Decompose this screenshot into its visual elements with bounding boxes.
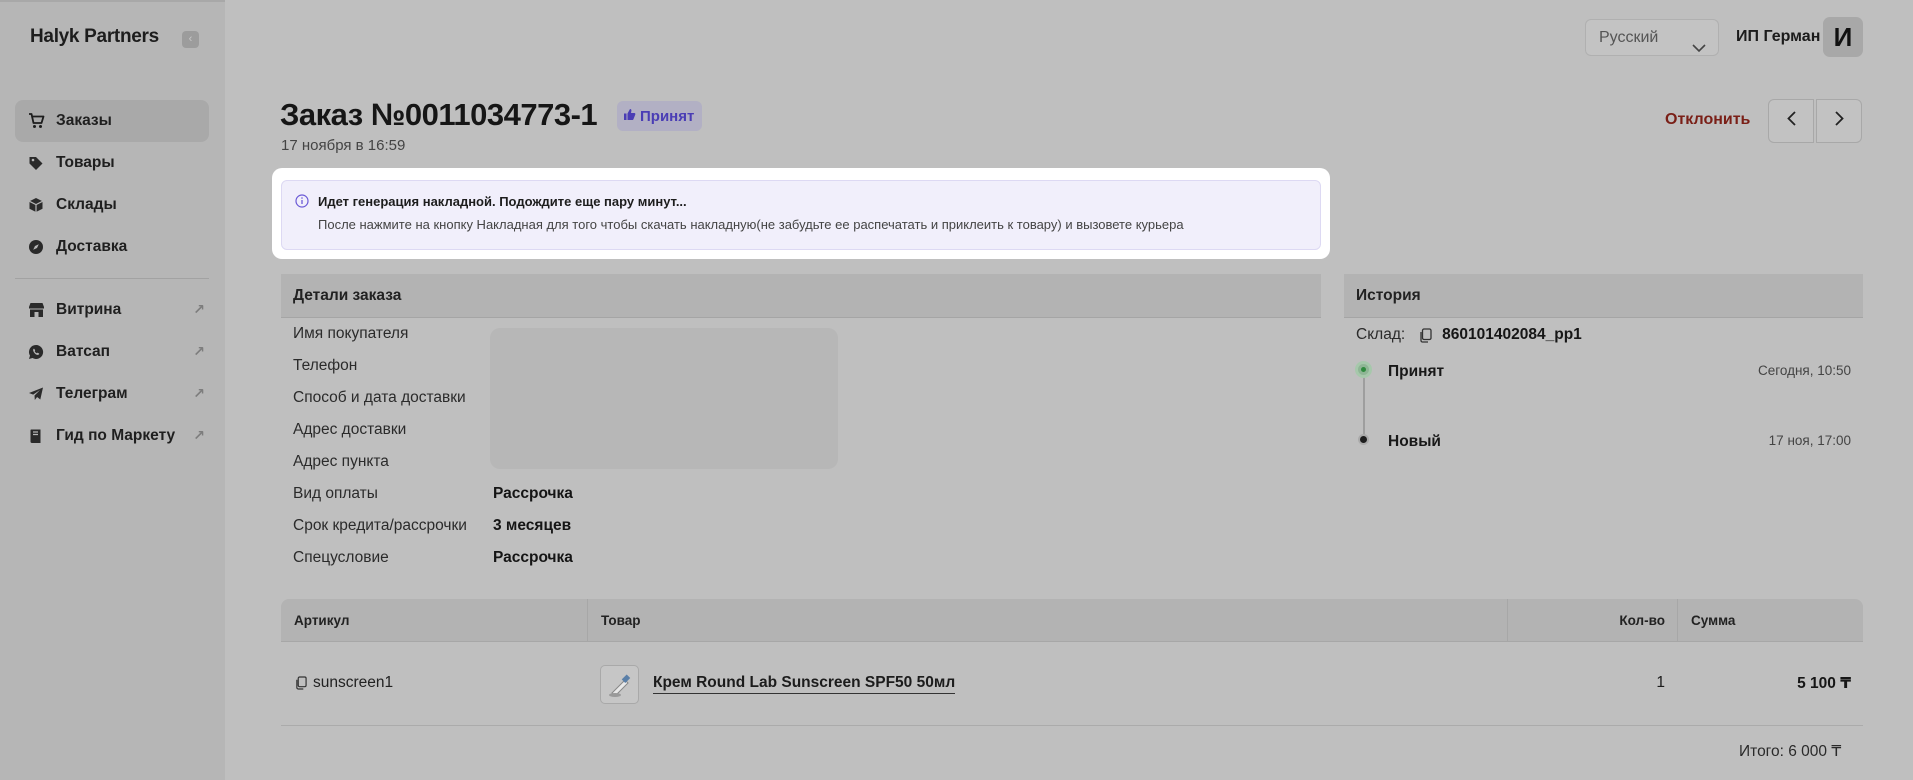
order-date: 17 ноября в 16:59 bbox=[281, 137, 406, 154]
special-condition-value: Рассрочка bbox=[493, 549, 573, 566]
timeline-dot-current bbox=[1355, 361, 1372, 378]
sidebar-item-label: Товары bbox=[56, 154, 115, 171]
phone-label: Телефон bbox=[293, 357, 358, 374]
column-header-sku: Артикул bbox=[294, 613, 350, 628]
cart-icon bbox=[27, 112, 45, 130]
sidebar-item-label: Витрина bbox=[56, 301, 122, 318]
warehouse-label: Склад: bbox=[1356, 326, 1406, 343]
sum-value: 5 100 ₸ bbox=[1797, 675, 1851, 692]
sidebar-item-label: Гид по Маркету bbox=[56, 427, 176, 444]
history-event-name: Принят bbox=[1388, 363, 1445, 380]
language-select[interactable]: Русский bbox=[1585, 19, 1719, 56]
tag-icon bbox=[27, 154, 45, 172]
history-heading: История bbox=[1344, 274, 1863, 318]
pickup-address-label: Адрес пункта bbox=[293, 453, 389, 470]
history-event-name: Новый bbox=[1388, 433, 1441, 450]
language-value: Русский bbox=[1599, 29, 1659, 46]
warehouse-id: 860101402084_pp1 bbox=[1442, 326, 1582, 343]
sidebar-item-warehouses[interactable]: Склады bbox=[15, 184, 209, 226]
info-icon bbox=[295, 194, 309, 213]
delivery-address-label: Адрес доставки bbox=[293, 421, 407, 438]
column-header-product: Товар bbox=[587, 599, 1507, 642]
product-thumbnail bbox=[600, 665, 639, 704]
quantity-value: 1 bbox=[1656, 674, 1665, 691]
external-link-icon: ↗ bbox=[193, 385, 205, 401]
special-condition-label: Спецусловие bbox=[293, 549, 389, 566]
reject-button[interactable]: Отклонить bbox=[1665, 111, 1750, 129]
delivery-method-label: Способ и дата доставки bbox=[293, 389, 466, 406]
buyer-label: Имя покупателя bbox=[293, 325, 409, 342]
history-event-time: 17 ноя, 17:00 bbox=[1768, 433, 1851, 448]
sidebar-link-market-guide[interactable]: Гид по Маркету ↗ bbox=[15, 415, 209, 457]
sidebar-link-whatsapp[interactable]: Ватсап ↗ bbox=[15, 331, 209, 373]
sidebar-item-label: Ватсап bbox=[56, 343, 110, 360]
storefront-icon bbox=[27, 301, 45, 319]
payment-type-label: Вид оплаты bbox=[293, 485, 378, 502]
external-link-icon: ↗ bbox=[193, 427, 205, 443]
sidebar-divider bbox=[15, 278, 209, 279]
product-link[interactable]: Крем Round Lab Sunscreen SPF50 50мл bbox=[653, 674, 956, 694]
copy-icon[interactable] bbox=[1419, 327, 1432, 343]
brand-logo[interactable]: Halyk Partners bbox=[30, 26, 159, 48]
chevron-left-icon bbox=[1786, 111, 1796, 131]
sidebar-item-label: Доставка bbox=[56, 238, 128, 255]
column-header-qty: Кол-во bbox=[1507, 599, 1677, 642]
order-details-heading: Детали заказа bbox=[281, 274, 1321, 318]
sidebar-link-storefront[interactable]: Витрина ↗ bbox=[15, 289, 209, 331]
page-title: Заказ №0011034773-1 bbox=[280, 97, 598, 132]
sku-cell: sunscreen1 bbox=[295, 674, 393, 692]
collapse-sidebar-button[interactable]: ‹ bbox=[182, 31, 199, 48]
table-header: Артикул Товар Кол-во Сумма bbox=[281, 599, 1863, 642]
sidebar: Halyk Partners ‹ Заказы Товары Склады До… bbox=[0, 0, 225, 780]
order-total: Итого: 6 000 ₸ bbox=[1739, 743, 1842, 760]
sidebar-item-orders[interactable]: Заказы bbox=[15, 100, 209, 142]
timeline-dot bbox=[1358, 434, 1369, 445]
avatar[interactable]: И bbox=[1823, 17, 1863, 57]
history-event-time: Сегодня, 10:50 bbox=[1757, 363, 1851, 378]
sidebar-item-products[interactable]: Товары bbox=[15, 142, 209, 184]
previous-order-button[interactable] bbox=[1768, 99, 1814, 143]
sidebar-item-label: Склады bbox=[56, 196, 117, 213]
sku-value: sunscreen1 bbox=[313, 674, 394, 691]
compass-icon bbox=[27, 238, 45, 256]
external-link-icon: ↗ bbox=[193, 343, 205, 359]
user-name[interactable]: ИП Герман bbox=[1736, 28, 1820, 46]
thumbs-up-icon bbox=[623, 108, 636, 125]
warehouse-row: Склад: 860101402084_pp1 bbox=[1356, 326, 1582, 344]
status-label: Принят bbox=[640, 107, 695, 125]
sidebar-item-delivery[interactable]: Доставка bbox=[15, 226, 209, 268]
credit-term-value: 3 месяцев bbox=[493, 517, 572, 534]
copy-icon[interactable] bbox=[295, 676, 307, 690]
credit-term-label: Срок кредита/рассрочки bbox=[293, 517, 467, 534]
order-items-table: Артикул Товар Кол-во Сумма sunscreen1 Кр… bbox=[281, 599, 1863, 726]
box-icon bbox=[27, 196, 45, 214]
hidden-customer-info bbox=[490, 328, 838, 469]
external-link-icon: ↗ bbox=[193, 301, 205, 317]
notice-title: Идет генерация накладной. Подождите еще … bbox=[318, 194, 687, 209]
chevron-right-icon bbox=[1834, 111, 1844, 131]
sidebar-item-label: Заказы bbox=[56, 112, 112, 129]
payment-type-value: Рассрочка bbox=[493, 485, 573, 502]
timeline-line bbox=[1363, 376, 1365, 436]
table-row: sunscreen1 Крем Round Lab Sunscreen SPF5… bbox=[281, 642, 1863, 726]
status-badge: Принят bbox=[617, 101, 703, 131]
sidebar-item-label: Телеграм bbox=[56, 385, 128, 402]
whatsapp-icon bbox=[27, 343, 45, 361]
sidebar-nav: Заказы Товары Склады Доставка Витрина ↗ … bbox=[15, 100, 209, 457]
book-icon bbox=[27, 427, 45, 445]
invoice-notice: Идет генерация накладной. Подождите еще … bbox=[281, 180, 1321, 250]
next-order-button[interactable] bbox=[1816, 99, 1862, 143]
notice-text: После нажмите на кнопку Накладная для то… bbox=[318, 217, 1184, 232]
chevron-down-icon bbox=[1692, 31, 1706, 66]
sidebar-link-telegram[interactable]: Телеграм ↗ bbox=[15, 373, 209, 415]
telegram-icon bbox=[27, 385, 45, 403]
column-header-sum: Сумма bbox=[1677, 599, 1863, 642]
